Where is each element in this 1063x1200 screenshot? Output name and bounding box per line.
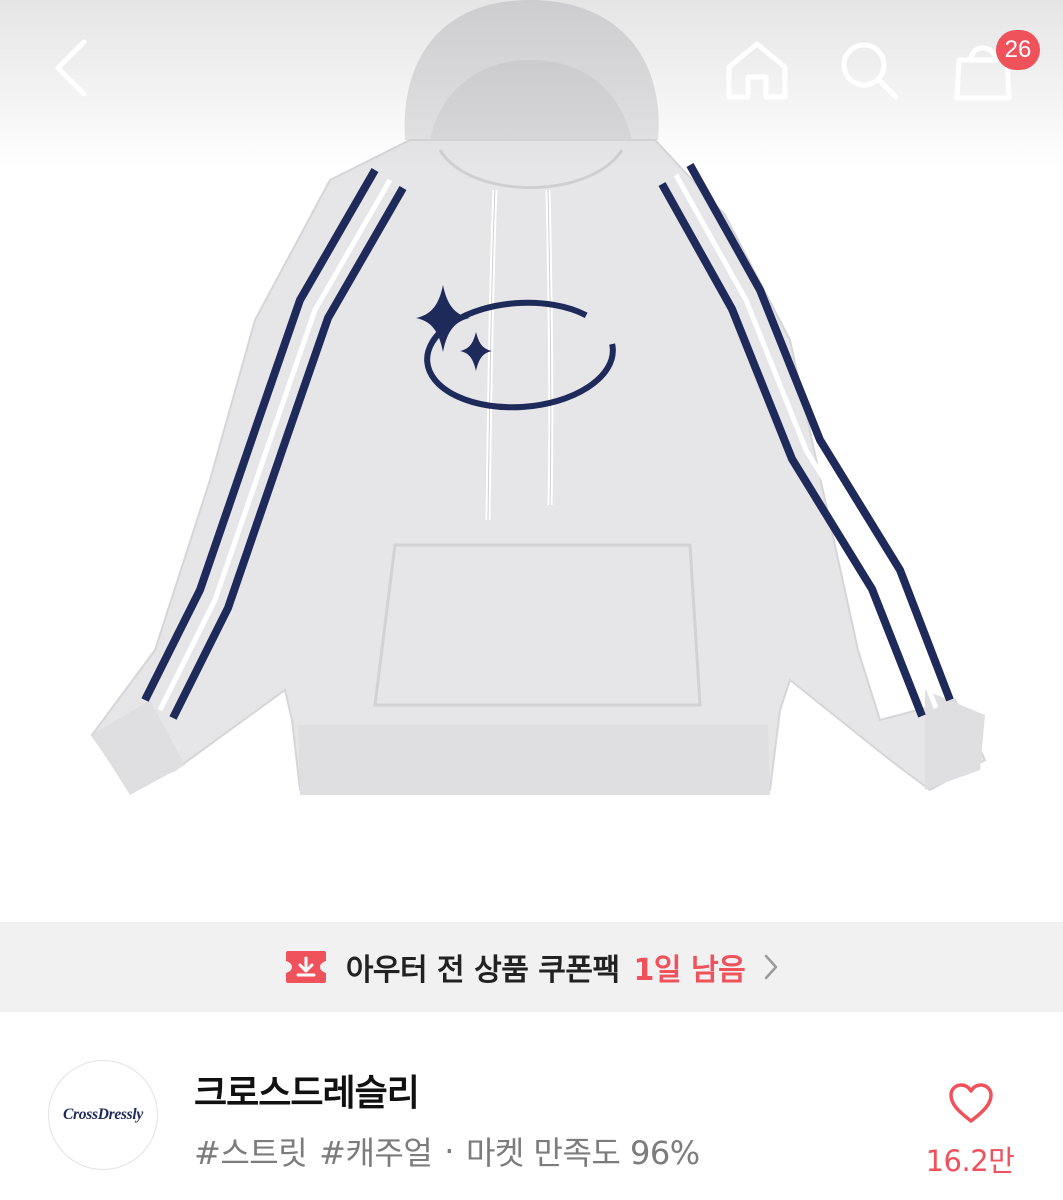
home-button[interactable] [722, 36, 792, 104]
heart-outline-icon [949, 1083, 993, 1123]
store-name[interactable]: 크로스드레슬리 [194, 1064, 420, 1116]
cart-count-badge: 26 [996, 30, 1040, 70]
chevron-left-icon [55, 39, 87, 97]
store-info-row: CrossDressly 크로스드레슬리 #스트릿 #캐주얼 · 마켓 만족도 … [0, 1012, 1063, 1200]
product-image[interactable] [0, 0, 1063, 920]
market-satisfaction: 마켓 만족도 96% [465, 1134, 700, 1172]
store-tag[interactable]: #스트릿 [194, 1128, 308, 1174]
store-tags: #스트릿 #캐주얼 · 마켓 만족도 96% [194, 1128, 700, 1174]
coupon-download-icon [284, 949, 328, 985]
store-logo-text: CrossDressly [63, 1106, 143, 1123]
search-icon [841, 42, 899, 100]
coupon-title: 아우터 전 상품 쿠폰팩 [345, 953, 620, 988]
favorite-button[interactable]: 16.2만 [920, 1072, 1020, 1182]
store-logo[interactable]: CrossDressly [48, 1060, 158, 1170]
store-tag[interactable]: #캐주얼 [319, 1128, 433, 1174]
tag-separator: · [444, 1132, 454, 1170]
back-button[interactable] [38, 36, 102, 100]
chevron-right-icon [763, 953, 779, 981]
search-button[interactable] [834, 36, 904, 104]
favorite-count: 16.2만 [925, 1144, 1015, 1178]
home-icon [726, 41, 788, 100]
coupon-remaining: 1일 남음 [633, 953, 746, 988]
product-detail-page: 26 아우터 전 상품 쿠폰팩 1일 남음 CrossDressly 크로스드레… [0, 0, 1063, 1200]
coupon-banner[interactable]: 아우터 전 상품 쿠폰팩 1일 남음 [0, 922, 1063, 1012]
